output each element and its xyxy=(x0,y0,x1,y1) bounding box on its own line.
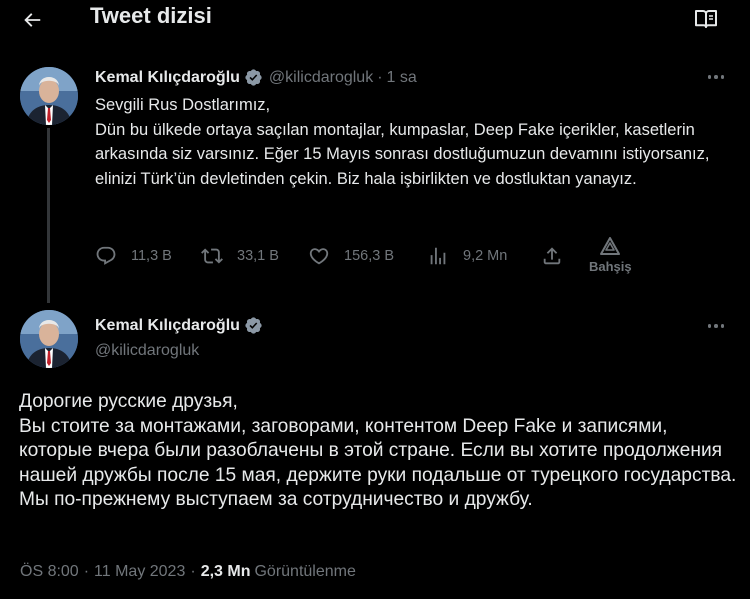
more-dot-icon xyxy=(714,75,718,79)
tweet-text-line: Вы стоите за монтажами, заговорами, конт… xyxy=(19,415,737,511)
analytics-icon xyxy=(430,247,446,265)
tip-label: Bahşiş xyxy=(589,259,632,274)
tweet-text-line: Dün bu ülkede ortaya saçılan montajlar, … xyxy=(95,120,710,188)
tweet-text-line: Sevgili Rus Dostlarımız, xyxy=(95,96,271,114)
tip-button[interactable]: Bahşiş xyxy=(589,237,632,274)
reply-icon xyxy=(96,246,116,265)
verified-badge-icon[interactable] xyxy=(244,68,263,87)
author-handle[interactable]: @kilicdarogluk xyxy=(95,342,199,360)
views-count: 9,2 Mn xyxy=(463,248,508,264)
reply-button[interactable]: 11,3 B xyxy=(95,245,172,267)
verified-badge-icon[interactable] xyxy=(244,316,263,335)
more-options-button[interactable] xyxy=(704,69,728,85)
arrow-left-icon xyxy=(24,13,41,27)
retweet-count: 33,1 B xyxy=(237,248,279,264)
separator-dot: · xyxy=(190,563,196,580)
views-button[interactable]: 9,2 Mn xyxy=(427,245,507,267)
tweet-date[interactable]: 11 May 2023 xyxy=(94,563,185,581)
reply-count: 11,3 B xyxy=(131,248,172,264)
tweet-text-line: Дорогие русские друзья, xyxy=(19,391,238,412)
separator-dot: · xyxy=(83,563,90,580)
tweet1-text: Sevgili Rus Dostlarımız, Dün bu ülkede o… xyxy=(95,93,735,191)
more-dot-icon xyxy=(720,75,725,79)
author-handle[interactable]: @kilicdarogluk xyxy=(269,69,373,87)
tweet2-meta: ÖS 8:00 · 11 May 2023 · 2,3 Mn Görüntüle… xyxy=(20,563,356,581)
share-icon xyxy=(543,247,561,265)
tweet2-text: Дорогие русские друзья, Вы стоите за мон… xyxy=(19,390,739,513)
retweet-button[interactable]: 33,1 B xyxy=(201,245,279,267)
avatar[interactable] xyxy=(20,67,78,125)
tweet2-author-row: Kemal Kılıçdaroğlu xyxy=(95,316,263,335)
share-button[interactable] xyxy=(541,245,563,267)
tweet1-author-row: Kemal Kılıçdaroğlu @kilicdarogluk · 1 sa xyxy=(95,68,417,87)
author-name[interactable]: Kemal Kılıçdaroğlu xyxy=(95,69,240,87)
tweet-time[interactable]: 1 sa xyxy=(387,69,417,87)
views-label: Görüntülenme xyxy=(254,563,356,580)
more-dot-icon xyxy=(720,324,725,328)
heart-icon xyxy=(309,248,329,265)
like-button[interactable]: 156,3 B xyxy=(308,245,394,267)
more-dot-icon xyxy=(714,324,718,328)
retweet-icon xyxy=(201,248,223,264)
reader-mode-button[interactable] xyxy=(692,6,720,32)
more-options-button[interactable] xyxy=(704,318,728,334)
top-bar: Tweet dizisi xyxy=(0,0,750,40)
tweet1-action-bar: 11,3 B 33,1 B 156,3 B 9,2 Mn Bahşiş xyxy=(95,237,655,285)
like-count: 156,3 B xyxy=(344,248,394,264)
back-button[interactable] xyxy=(18,6,46,34)
author-name[interactable]: Kemal Kılıçdaroğlu xyxy=(95,317,240,335)
page-title: Tweet dizisi xyxy=(90,3,212,28)
more-dot-icon xyxy=(707,324,712,328)
views-total: 2,3 Mn xyxy=(200,563,251,580)
avatar[interactable] xyxy=(20,310,78,368)
more-dot-icon xyxy=(707,75,712,79)
thread-connector-line xyxy=(47,128,50,303)
tip-icon xyxy=(600,237,621,255)
separator-dot: · xyxy=(377,68,383,86)
book-open-icon xyxy=(695,10,717,28)
tweet-time[interactable]: ÖS 8:00 xyxy=(20,563,79,581)
